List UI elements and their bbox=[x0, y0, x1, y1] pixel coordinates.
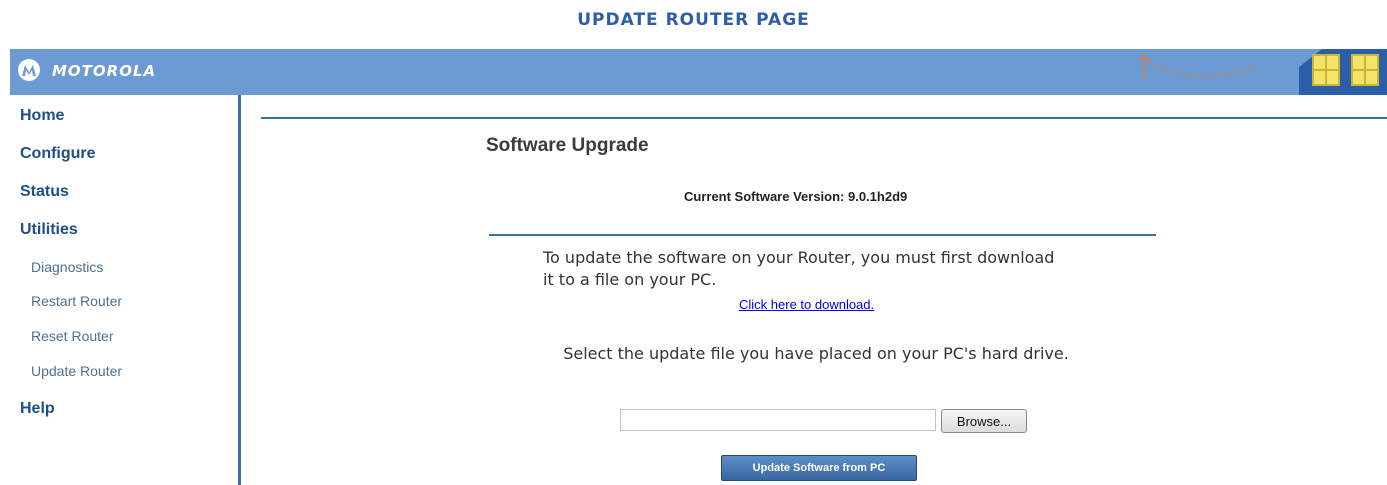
page-heading: UPDATE ROUTER PAGE bbox=[577, 10, 810, 30]
header-bar: MOTOROLA bbox=[10, 49, 1387, 95]
divider bbox=[261, 117, 1387, 119]
sidebar-item-home[interactable]: Home bbox=[20, 107, 64, 125]
main-content: Software Upgrade Current Software Versio… bbox=[241, 95, 1387, 485]
sidebar-item-diagnostics[interactable]: Diagnostics bbox=[31, 259, 103, 275]
select-file-instruction: Select the update file you have placed o… bbox=[563, 344, 1069, 363]
antenna-wire-icon bbox=[1138, 53, 1256, 79]
motorola-logo-icon bbox=[18, 59, 40, 81]
sidebar-nav: Home Configure Status Utilities Diagnost… bbox=[10, 95, 241, 485]
update-software-button[interactable]: Update Software from PC bbox=[721, 455, 917, 481]
sidebar-item-status[interactable]: Status bbox=[20, 183, 69, 201]
sidebar-item-help[interactable]: Help bbox=[20, 400, 55, 418]
brand-name: MOTOROLA bbox=[52, 62, 157, 80]
browse-button[interactable]: Browse... bbox=[941, 409, 1027, 433]
sidebar-item-configure[interactable]: Configure bbox=[20, 145, 96, 163]
file-path-input[interactable] bbox=[620, 409, 936, 431]
sidebar-item-reset-router[interactable]: Reset Router bbox=[31, 328, 113, 344]
download-instruction: To update the software on your Router, y… bbox=[543, 248, 1055, 289]
sidebar-item-update-router[interactable]: Update Router bbox=[31, 363, 122, 379]
sidebar-item-restart-router[interactable]: Restart Router bbox=[31, 293, 122, 309]
sidebar-item-utilities[interactable]: Utilities bbox=[20, 221, 78, 239]
current-version-text: Current Software Version: 9.0.1h2d9 bbox=[684, 189, 908, 204]
download-link[interactable]: Click here to download. bbox=[739, 297, 874, 312]
house-graphic-icon bbox=[1299, 49, 1387, 95]
section-title: Software Upgrade bbox=[486, 135, 649, 156]
divider bbox=[489, 234, 1156, 236]
